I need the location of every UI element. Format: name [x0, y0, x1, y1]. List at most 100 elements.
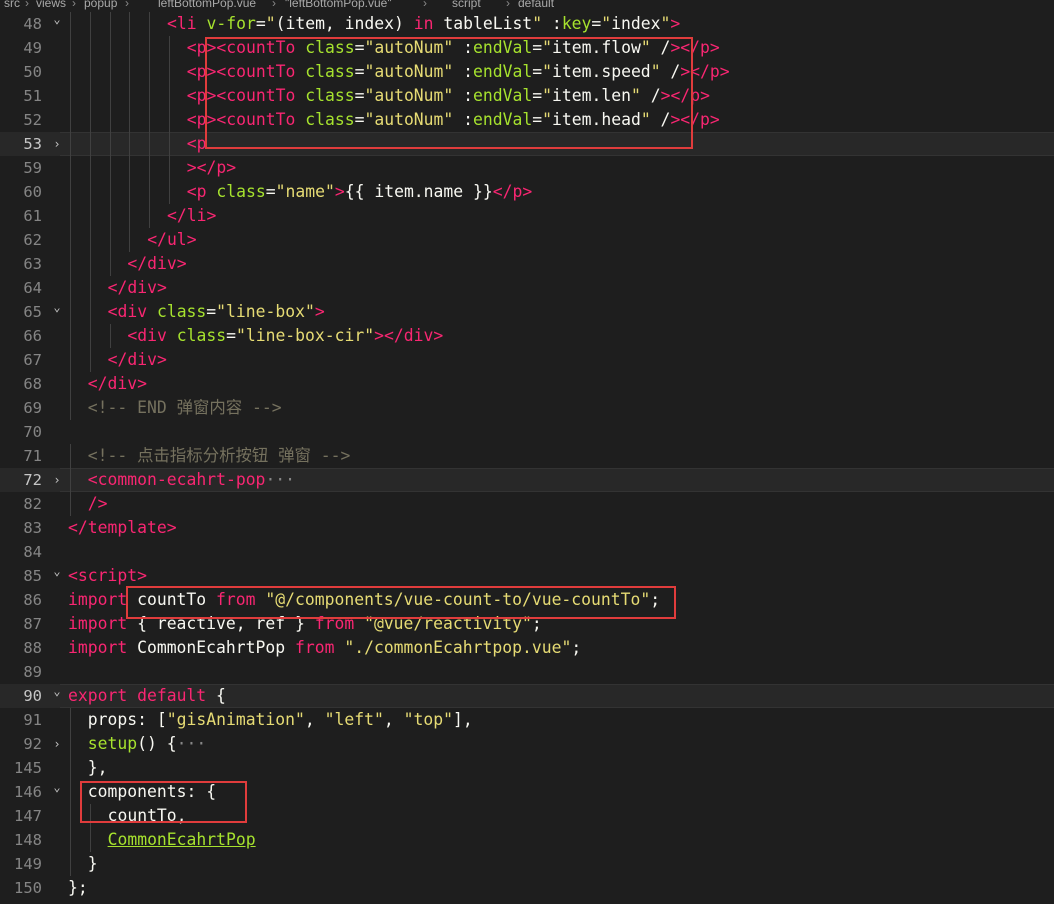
code-line[interactable]: 62 </ul> [0, 228, 1054, 252]
chevron-down-icon[interactable]: ⌄ [51, 12, 63, 36]
chevron-down-icon[interactable]: ⌄ [51, 780, 63, 804]
code-line[interactable]: 69 <!-- END 弹窗内容 --> [0, 396, 1054, 420]
code-line[interactable]: 88 import CommonEcahrtPop from "./commonE… [0, 636, 1054, 660]
code-line[interactable]: 145}, [0, 756, 1054, 780]
code-token: components: { [87, 782, 217, 801]
code-token: "gisAnimation" [166, 710, 305, 729]
code-token: = [532, 38, 543, 57]
code-token: ></ [186, 158, 217, 177]
code-line[interactable]: 86 import countTo from "@/components/vue-… [0, 588, 1054, 612]
breadcrumb-item[interactable]: popup [84, 0, 117, 9]
code-line[interactable]: 52 <p><countTo class="autoNum" :endVal="i… [0, 108, 1054, 132]
code-line[interactable]: 50 <p><countTo class="autoNum" :endVal="i… [0, 60, 1054, 84]
code-token: " [542, 86, 552, 105]
breadcrumb-item[interactable]: "leftBottomPop.vue" [285, 0, 392, 9]
code-token: = [354, 38, 365, 57]
code-token: = [354, 110, 365, 129]
code-line[interactable]: 92 › setup() {··· [0, 732, 1054, 756]
code-token: > [700, 86, 710, 105]
code-line[interactable]: 148 CommonEcahrtPop [0, 828, 1054, 852]
code-line[interactable]: 91 props: ["gisAnimation", "left", "top"]… [0, 708, 1054, 732]
chevron-down-icon[interactable]: ⌄ [51, 300, 63, 324]
code-line[interactable]: 51 <p><countTo class="autoNum" :endVal="i… [0, 84, 1054, 108]
code-line[interactable]: 59 ></p> [0, 156, 1054, 180]
code-token: p [709, 62, 720, 81]
code-token: < [127, 326, 138, 345]
code-text: props: ["gisAnimation", "left", "top"], [88, 708, 473, 732]
chevron-right-icon[interactable]: › [51, 132, 63, 156]
line-number: 145 [14, 759, 42, 777]
code-line[interactable]: 66 <div class="line-box-cir"></div> [0, 324, 1054, 348]
code-line[interactable]: 67 </div> [0, 348, 1054, 372]
code-line[interactable]: 53 › <p [0, 132, 1054, 156]
code-line[interactable]: 147 countTo, [0, 804, 1054, 828]
code-token: class [305, 86, 355, 105]
code-line[interactable]: 83 </template> [0, 516, 1054, 540]
chevron-right-icon[interactable]: › [51, 732, 63, 756]
code-token: </ [87, 374, 108, 393]
code-token: template [87, 518, 167, 537]
code-token: / [650, 38, 671, 57]
code-line[interactable]: 49 <p><countTo class="autoNum" :endVal="i… [0, 36, 1054, 60]
chevron-down-icon[interactable]: ⌄ [51, 684, 63, 708]
code-line[interactable]: 87 import { reactive, ref } from "@vue/re… [0, 612, 1054, 636]
code-line[interactable]: 150}; [0, 876, 1054, 900]
indent-guide [149, 156, 151, 180]
indent-guide [70, 132, 71, 156]
indent-guide [89, 252, 91, 276]
code-line[interactable]: 149} [0, 852, 1054, 876]
indent-guide [89, 36, 91, 60]
code-line[interactable]: 84 [0, 540, 1054, 564]
code-text: </div> [88, 372, 147, 396]
chevron-right-icon[interactable]: › [51, 468, 63, 492]
breadcrumb-item[interactable]: views [36, 0, 66, 9]
code-token: ></ [670, 110, 701, 129]
code-text: <common-ecahrt-pop··· [88, 468, 295, 492]
code-token: = [354, 62, 365, 81]
code-token: > [137, 566, 147, 585]
line-number: 82 [23, 495, 42, 513]
breadcrumb-item[interactable]: leftBottomPop.vue [158, 0, 256, 9]
code-token: = [226, 326, 236, 345]
breadcrumb-item[interactable]: default [518, 0, 554, 9]
code-line[interactable]: 68 </div> [0, 372, 1054, 396]
code-token: common-ecahrt-pop [97, 470, 266, 489]
code-line[interactable]: 82 /> [0, 492, 1054, 516]
code-token: > [709, 38, 720, 57]
breadcrumb-item[interactable]: script [452, 0, 481, 9]
code-token: endVal [473, 110, 533, 129]
code-text: <li v-for="(item, index) in tableList" :… [167, 12, 680, 36]
code-line[interactable]: 146 ⌄ components: { [0, 780, 1054, 804]
code-line[interactable]: 71 <!-- 点击指标分析按钮 弹窗 --> [0, 444, 1054, 468]
code-line[interactable]: 72 › <common-ecahrt-pop··· [0, 468, 1054, 492]
chevron-down-icon[interactable]: ⌄ [51, 564, 63, 588]
code-token: < [87, 470, 98, 489]
breadcrumb-item[interactable]: src [4, 0, 20, 9]
code-token: endVal [473, 62, 533, 81]
line-number: 88 [23, 639, 42, 657]
indent-guide [89, 348, 91, 372]
code-line[interactable]: 61 </li> [0, 204, 1054, 228]
code-line[interactable]: 63 </div> [0, 252, 1054, 276]
code-token: : [453, 38, 474, 57]
code-text: </li> [167, 204, 216, 228]
code-token: > [433, 326, 444, 345]
code-line[interactable]: 90 ⌄ export default { [0, 684, 1054, 708]
code-token: "top" [403, 710, 453, 729]
code-line[interactable]: 48 ⌄ <li v-for="(item, index) in tableList… [0, 12, 1054, 36]
indent-guide [70, 156, 71, 180]
indent-guide [149, 204, 151, 228]
code-line[interactable]: 64 </div> [0, 276, 1054, 300]
code-line[interactable]: 70 [0, 420, 1054, 444]
code-token: item.len [552, 86, 631, 105]
code-editor[interactable]: 48 ⌄ <li v-for="(item, index) in tableList… [0, 12, 1054, 904]
code-line[interactable]: 85 ⌄ <script> [0, 564, 1054, 588]
indent-guide [109, 132, 111, 156]
code-line[interactable]: 89 [0, 660, 1054, 684]
code-token: {{ item.name }} [344, 182, 493, 201]
code-token: countTo [226, 38, 296, 57]
code-line[interactable]: 60 <p class="name">{{ item.name }}</p> [0, 180, 1054, 204]
code-line[interactable]: 65 ⌄ <div class="line-box"> [0, 300, 1054, 324]
code-token: > [206, 206, 217, 225]
